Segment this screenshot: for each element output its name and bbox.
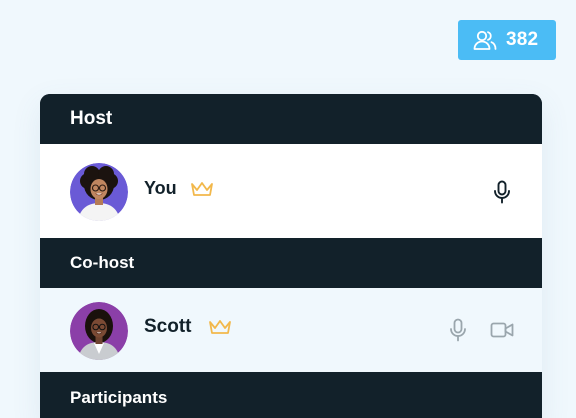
avatar bbox=[70, 163, 128, 221]
participant-name: You bbox=[144, 178, 177, 198]
participants-section-title: Participants bbox=[70, 388, 168, 407]
crown-icon bbox=[208, 318, 232, 341]
participants-count-badge[interactable]: 382 bbox=[458, 20, 556, 60]
crown-icon bbox=[190, 180, 214, 203]
participants-panel: Host You Co-host Scott Participants bbox=[40, 94, 542, 418]
avatar bbox=[70, 302, 128, 360]
participant-name: Scott bbox=[144, 316, 192, 337]
microphone-icon[interactable] bbox=[492, 180, 512, 209]
microphone-icon[interactable] bbox=[448, 318, 468, 347]
users-icon bbox=[472, 27, 498, 53]
cohost-participant-row[interactable]: Scott bbox=[40, 288, 542, 372]
host-section-header: Host bbox=[40, 94, 542, 144]
cohost-section-title: Co-host bbox=[70, 253, 135, 272]
video-camera-icon[interactable] bbox=[490, 321, 514, 344]
host-section-title: Host bbox=[70, 108, 113, 129]
participants-section-header: Participants bbox=[40, 372, 542, 418]
cohost-section-header: Co-host bbox=[40, 238, 542, 288]
host-participant-row[interactable]: You bbox=[40, 144, 542, 238]
participants-count: 382 bbox=[506, 29, 539, 50]
